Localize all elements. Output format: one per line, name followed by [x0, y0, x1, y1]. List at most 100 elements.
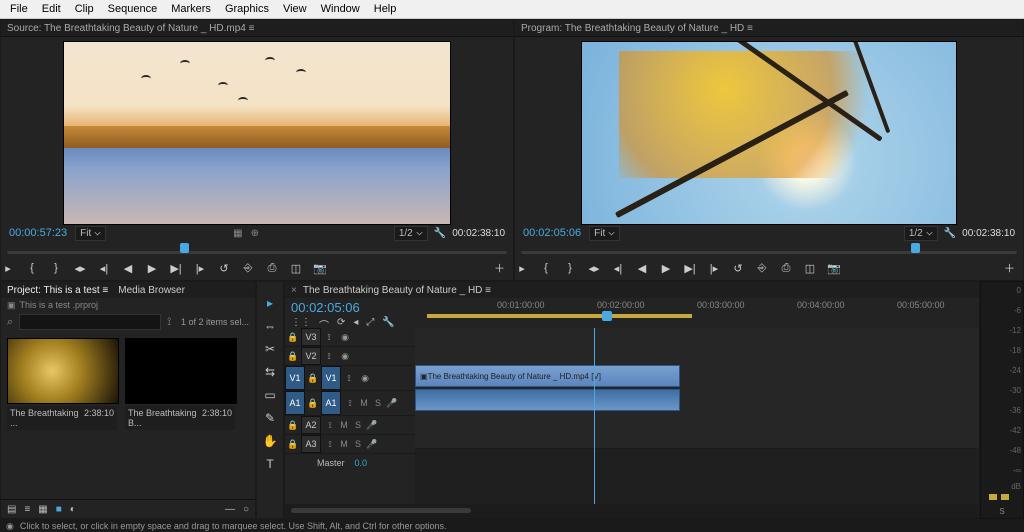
- pen-tool[interactable]: ✎: [265, 411, 275, 425]
- compare-button[interactable]: 📷: [827, 262, 841, 275]
- menu-window[interactable]: Window: [315, 3, 366, 15]
- program-playhead[interactable]: [911, 243, 920, 253]
- lift-button[interactable]: ⎆: [755, 262, 769, 275]
- work-area-bar[interactable]: [427, 314, 692, 318]
- lock-icon[interactable]: 🔒: [285, 439, 301, 450]
- sync-lock-icon[interactable]: ⟟: [321, 332, 337, 343]
- timeline-zoom-bar[interactable]: [285, 504, 979, 518]
- mute-button[interactable]: M: [358, 398, 370, 409]
- source-zoom-select[interactable]: Fit: [75, 226, 106, 241]
- selection-tool[interactable]: ▸: [267, 296, 273, 310]
- button-editor-button[interactable]: ＋: [1004, 260, 1015, 276]
- razor-tool[interactable]: ⇆: [265, 365, 275, 379]
- wrench-icon[interactable]: 🔧: [944, 228, 956, 239]
- snapshot-button[interactable]: 📷: [313, 262, 327, 275]
- menu-file[interactable]: File: [4, 3, 34, 15]
- go-to-in-button[interactable]: ◂▸: [73, 262, 87, 275]
- list-view-icon[interactable]: ▤: [7, 504, 16, 515]
- play-button[interactable]: ▶: [659, 262, 673, 275]
- solo-button[interactable]: S: [352, 439, 364, 450]
- project-tab[interactable]: Project: This is a test ≡: [7, 285, 108, 296]
- close-tab-icon[interactable]: ×: [291, 285, 297, 296]
- sync-lock-icon[interactable]: ⟟: [324, 439, 336, 450]
- loop-button[interactable]: ↺: [217, 262, 231, 275]
- track-select-tool[interactable]: ⇔: [264, 319, 276, 333]
- program-viewer[interactable]: [581, 41, 957, 225]
- lock-icon[interactable]: 🔒: [305, 398, 321, 409]
- solo-button[interactable]: S: [372, 398, 384, 409]
- program-panel-title[interactable]: Program: The Breathtaking Beauty of Natu…: [515, 20, 1023, 37]
- slip-tool[interactable]: ▭: [264, 388, 275, 402]
- track-target-v2[interactable]: V2: [301, 347, 321, 365]
- program-position-timecode[interactable]: 00:02:05:06: [523, 227, 581, 239]
- sync-lock-icon[interactable]: ⟟: [344, 398, 356, 409]
- voiceover-icon[interactable]: 🎤: [386, 398, 398, 409]
- track-target-v1[interactable]: V1: [321, 366, 341, 390]
- overwrite-button[interactable]: ⎙: [265, 262, 279, 275]
- sequence-tab[interactable]: The Breathtaking Beauty of Nature _ HD ≡: [303, 285, 491, 296]
- mark-out-button[interactable]: }: [49, 262, 63, 274]
- program-time-ruler[interactable]: [515, 243, 1023, 257]
- menu-sequence[interactable]: Sequence: [102, 3, 164, 15]
- mute-button[interactable]: M: [338, 439, 350, 450]
- freeform-view-icon[interactable]: ▦: [38, 504, 47, 515]
- menu-edit[interactable]: Edit: [36, 3, 67, 15]
- export-frame-button[interactable]: ◫: [289, 262, 303, 275]
- source-patch-a1[interactable]: A1: [285, 391, 305, 415]
- project-bin-item[interactable]: The Breathtaking B...2:38:10: [125, 338, 235, 493]
- source-viewer[interactable]: [63, 41, 451, 225]
- timeline-track-area[interactable]: ▣ The Breathtaking Beauty of Nature _ HD…: [415, 328, 979, 504]
- track-target-a1[interactable]: A1: [321, 391, 341, 415]
- export-frame-button[interactable]: ◫: [803, 262, 817, 275]
- play-reverse-button[interactable]: ◀: [635, 262, 649, 275]
- step-forward-button[interactable]: ▶|: [683, 262, 697, 275]
- mark-in-button[interactable]: {: [539, 262, 553, 274]
- add-marker-button[interactable]: ▸: [1, 262, 15, 275]
- audio-clip[interactable]: [415, 389, 680, 411]
- lock-icon[interactable]: 🔒: [285, 420, 301, 431]
- grid-icon[interactable]: ▦: [233, 228, 242, 239]
- source-playhead[interactable]: [180, 243, 189, 253]
- ripple-edit-tool[interactable]: ✂: [265, 342, 275, 356]
- program-zoom-select[interactable]: Fit: [589, 226, 620, 241]
- add-marker-button[interactable]: ▸: [515, 262, 529, 275]
- step-forward-button[interactable]: ▶|: [169, 262, 183, 275]
- track-target-a3[interactable]: A3: [301, 435, 321, 453]
- media-browser-tab[interactable]: Media Browser: [118, 285, 185, 296]
- step-back-button[interactable]: ◂|: [611, 262, 625, 275]
- sync-lock-icon[interactable]: ⟟: [341, 373, 357, 384]
- sort-icon[interactable]: ◐: [70, 504, 76, 515]
- mute-button[interactable]: M: [338, 420, 350, 431]
- button-editor-button[interactable]: ＋: [494, 260, 505, 276]
- filter-icon[interactable]: ⟟: [167, 316, 171, 329]
- video-clip[interactable]: ▣ The Breathtaking Beauty of Nature _ HD…: [415, 365, 680, 387]
- lock-icon[interactable]: 🔒: [285, 351, 301, 362]
- new-item-icon[interactable]: ○: [243, 504, 249, 515]
- project-bin-item[interactable]: The Breathtaking ...2:38:10: [7, 338, 117, 493]
- lock-icon[interactable]: 🔒: [305, 373, 321, 384]
- icon-view-icon[interactable]: ≡: [24, 504, 30, 515]
- menu-markers[interactable]: Markers: [165, 3, 217, 15]
- eye-icon[interactable]: ◉: [337, 351, 353, 362]
- menu-help[interactable]: Help: [368, 3, 403, 15]
- sync-lock-icon[interactable]: ⟟: [321, 351, 337, 362]
- project-search-input[interactable]: [19, 314, 161, 330]
- voiceover-icon[interactable]: 🎤: [366, 439, 378, 450]
- menu-view[interactable]: View: [277, 3, 313, 15]
- source-panel-title[interactable]: Source: The Breathtaking Beauty of Natur…: [1, 20, 513, 37]
- eye-icon[interactable]: ◉: [357, 373, 373, 384]
- go-to-in-button[interactable]: ◂▸: [587, 262, 601, 275]
- source-res-select[interactable]: 1/2: [394, 226, 428, 241]
- clip-thumbnail[interactable]: [7, 338, 119, 404]
- new-bin-icon[interactable]: —: [225, 504, 235, 515]
- timeline-ruler[interactable]: 00:01:00:00 00:02:00:00 00:03:00:00 00:0…: [427, 298, 979, 328]
- timeline-position-timecode[interactable]: 00:02:05:06: [291, 300, 421, 315]
- hand-tool[interactable]: ✋: [263, 434, 278, 448]
- extract-button[interactable]: ⎙: [779, 262, 793, 275]
- wrench-icon[interactable]: 🔧: [434, 228, 446, 239]
- zoom-slider-icon[interactable]: ■: [56, 504, 62, 515]
- eye-icon[interactable]: ◉: [337, 332, 353, 343]
- sequence-thumbnail[interactable]: [125, 338, 237, 404]
- mark-in-button[interactable]: {: [25, 262, 39, 274]
- source-time-ruler[interactable]: [1, 243, 513, 257]
